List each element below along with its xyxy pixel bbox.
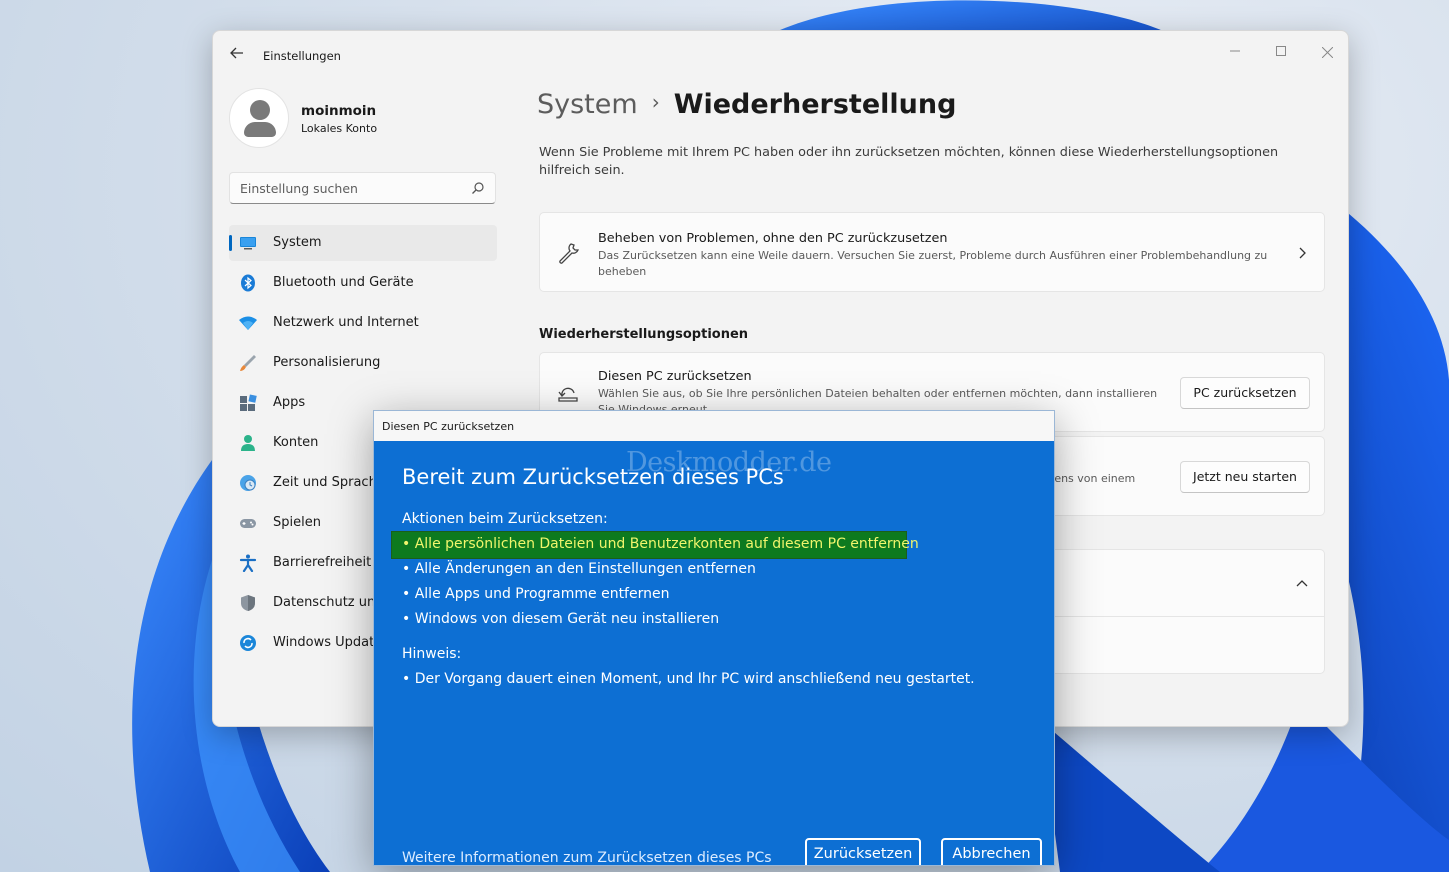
sidebar-item-label: Bluetooth und Geräte <box>273 275 414 290</box>
arrow-left-icon[interactable] <box>227 45 247 65</box>
system-monitor-icon <box>240 237 256 250</box>
sidebar-item-label: Apps <box>273 395 306 410</box>
sidebar-item-label: Konten <box>273 435 319 450</box>
advanced-startup-description: tens von einem <box>1050 472 1136 485</box>
reset-pc-icon <box>558 387 578 402</box>
sidebar-item-label: Windows Update <box>273 635 383 650</box>
actions-label: Aktionen beim Zurücksetzen: <box>402 511 608 527</box>
breadcrumb-parent[interactable]: System <box>537 89 638 120</box>
sidebar-item-network[interactable]: Netzwerk und Internet <box>229 305 497 341</box>
chevron-up-icon[interactable] <box>1296 578 1308 590</box>
dialog-title: Diesen PC zurücksetzen <box>382 420 515 433</box>
action-item: • Windows von diesem Gerät neu installie… <box>402 611 720 627</box>
wrench-icon <box>559 243 579 264</box>
note-label: Hinweis: <box>402 646 462 662</box>
section-heading: Wiederherstellungsoptionen <box>539 327 749 342</box>
chevron-right-icon <box>1299 247 1306 259</box>
sidebar-item-label: Zeit und Sprache <box>273 475 385 490</box>
note-item: • Der Vorgang dauert einen Moment, und I… <box>402 671 975 687</box>
avatar <box>229 88 289 148</box>
more-info-link[interactable]: Weitere Informationen zum Zurücksetzen d… <box>402 850 772 865</box>
shield-icon <box>241 595 255 611</box>
action-item: • Alle Änderungen an den Einstellungen e… <box>402 561 756 577</box>
dialog-body: Deskmodder.de Bereit zum Zurücksetzen di… <box>374 441 1054 865</box>
dialog-title-bar: Diesen PC zurücksetzen <box>374 411 1054 441</box>
action-item: • Alle Apps und Programme entfernen <box>402 586 670 602</box>
restart-now-button[interactable]: Jetzt neu starten <box>1180 461 1310 493</box>
reset-pc-dialog: Diesen PC zurücksetzen Deskmodder.de Ber… <box>373 410 1055 866</box>
wifi-icon <box>239 316 257 330</box>
troubleshoot-description: Das Zurücksetzen kann eine Weile dauern.… <box>598 249 1268 278</box>
accessibility-icon <box>239 554 257 572</box>
sidebar-item-label: Personalisierung <box>273 355 381 370</box>
breadcrumb: System › Wiederherstellung <box>537 89 956 120</box>
search-icon <box>472 182 484 194</box>
profile-name: moinmoin <box>301 103 377 119</box>
page-intro: Wenn Sie Probleme mit Ihrem PC haben ode… <box>539 145 1279 178</box>
reset-pc-button[interactable]: PC zurücksetzen <box>1180 377 1310 409</box>
troubleshoot-card[interactable]: Beheben von Problemen, ohne den PC zurüc… <box>539 212 1325 292</box>
sidebar-item-label: Barrierefreiheit <box>273 555 372 570</box>
breadcrumb-separator: › <box>651 90 660 114</box>
apps-icon <box>240 394 257 411</box>
bluetooth-icon <box>241 274 255 292</box>
sidebar-item-label: Spielen <box>273 515 321 530</box>
search-input[interactable]: Einstellung suchen <box>229 172 496 204</box>
sidebar-item-bluetooth[interactable]: Bluetooth und Geräte <box>229 265 497 301</box>
app-title: Einstellungen <box>263 49 341 63</box>
clock-globe-icon <box>240 475 256 491</box>
sidebar-item-label: System <box>273 235 322 250</box>
sidebar-item-personalization[interactable]: Personalisierung <box>229 345 497 381</box>
sidebar-item-label: Netzwerk und Internet <box>273 315 419 330</box>
person-icon <box>241 435 255 451</box>
action-item: • Alle persönlichen Dateien und Benutzer… <box>402 536 919 552</box>
update-icon <box>240 635 256 651</box>
reset-pc-title: Diesen PC zurücksetzen <box>598 369 752 384</box>
reset-pc-description: Wählen Sie aus, ob Sie Ihre persönlichen… <box>598 387 1158 410</box>
confirm-reset-button[interactable]: Zurücksetzen <box>805 838 921 865</box>
dialog-heading: Bereit zum Zurücksetzen dieses PCs <box>402 465 784 489</box>
cancel-button[interactable]: Abbrechen <box>941 838 1042 865</box>
page-title: Wiederherstellung <box>673 89 957 120</box>
gamepad-icon <box>240 519 256 528</box>
paintbrush-icon <box>240 355 256 371</box>
search-placeholder: Einstellung suchen <box>240 181 358 196</box>
troubleshoot-title: Beheben von Problemen, ohne den PC zurüc… <box>598 231 948 246</box>
profile-account-type: Lokales Konto <box>301 122 378 135</box>
sidebar-item-system[interactable]: System <box>229 225 497 261</box>
